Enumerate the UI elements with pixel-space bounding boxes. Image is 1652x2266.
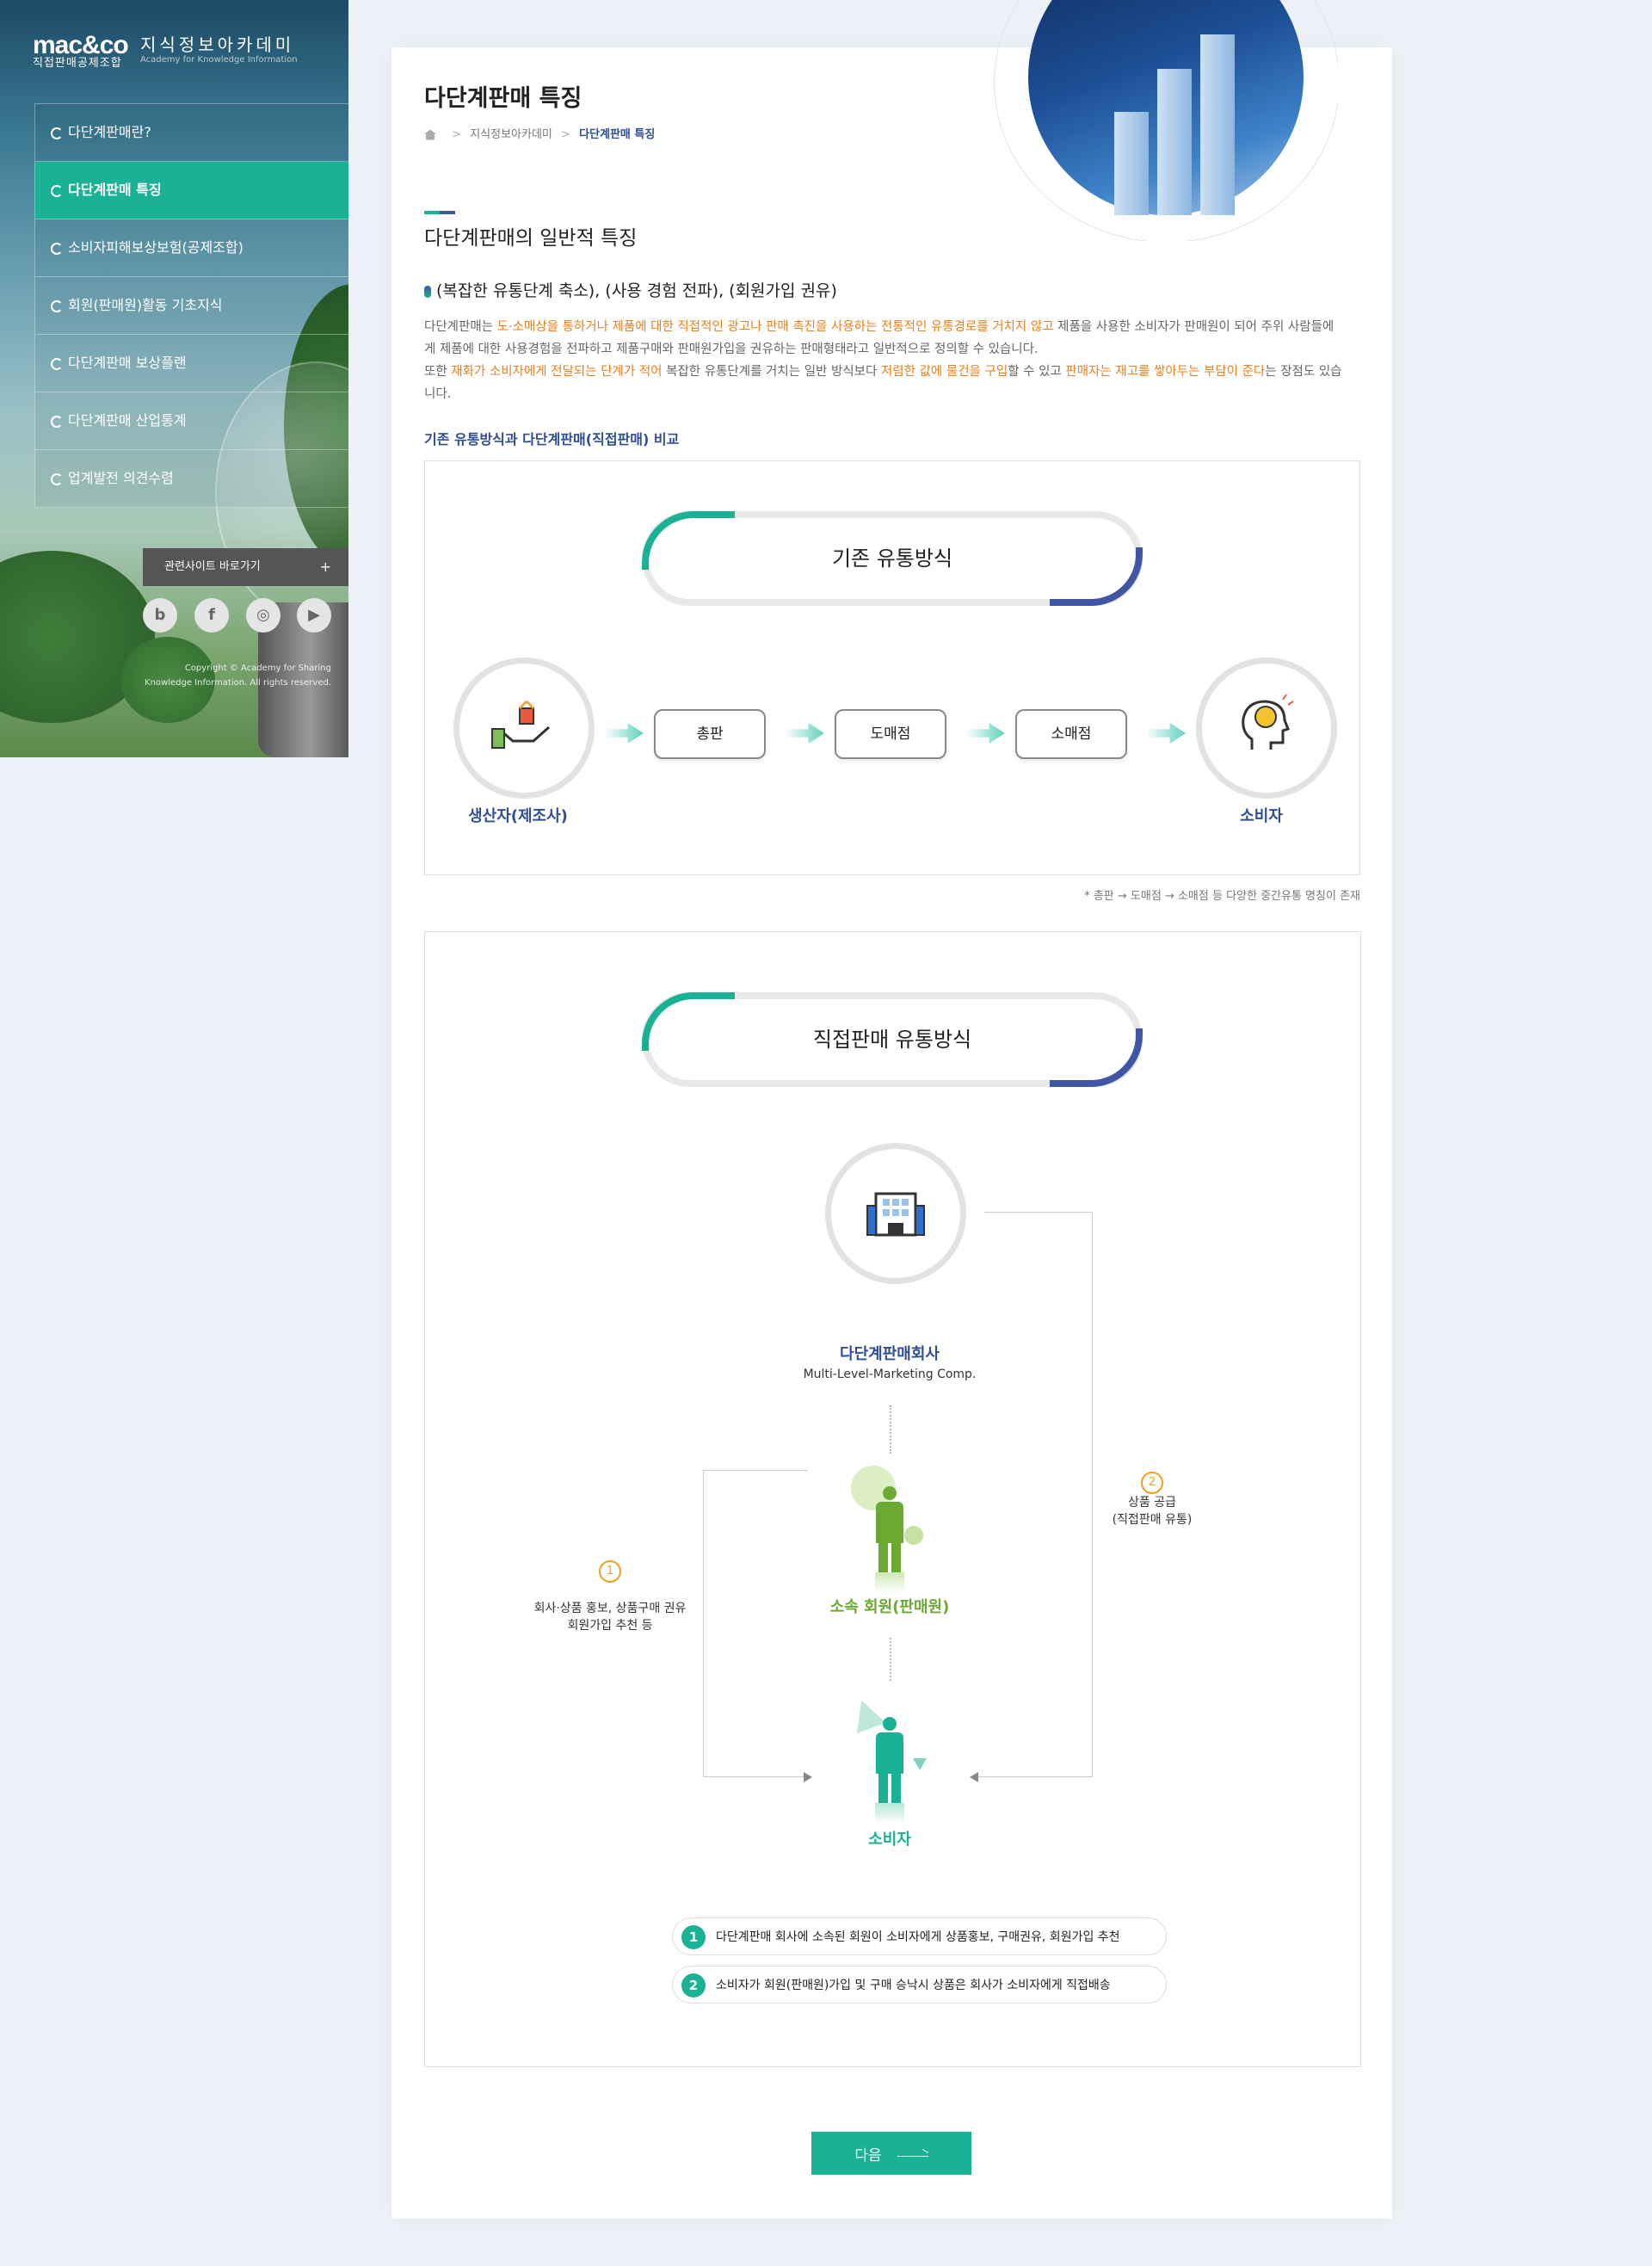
logo-subtitle: 직접판매공제조합 xyxy=(33,57,122,70)
company-circle xyxy=(825,1143,966,1284)
hand-gift-icon xyxy=(491,700,550,749)
traditional-title-pill: 기존 유통방식 xyxy=(642,511,1143,606)
comparison-title: 기존 유통방식과 다단계판매(직접판매) 비교 xyxy=(424,431,680,448)
producer-label: 생산자(제조사) xyxy=(468,807,568,825)
step2-caption: 2 상품 공급 (직접판매 유통) xyxy=(1088,1472,1217,1528)
academy-english-title: Academy for Knowledge Information xyxy=(140,55,298,65)
feature-summary: (복잡한 유통단계 축소), (사용 경험 전파), (회원가입 권유) xyxy=(424,278,837,301)
building-icon xyxy=(866,1192,925,1237)
circle-arrow-icon xyxy=(51,184,63,197)
growth-chart-image xyxy=(994,0,1338,241)
traditional-distribution-diagram: 기존 유통방식 생산자(제조사) 총판 도매점 소매점 소비자 xyxy=(424,460,1360,875)
section-divider xyxy=(424,211,455,214)
breadcrumb: > 지식정보아카데미 > 다단계판매 특징 xyxy=(424,125,655,141)
nav-item-what-is-mlm[interactable]: 다단계판매란? xyxy=(34,104,348,162)
head-idea-icon xyxy=(1242,694,1294,750)
company-label: 다단계판매회사 xyxy=(840,1345,940,1363)
member-label: 소속 회원(판매원) xyxy=(829,1598,950,1616)
direct-selling-diagram: 직접판매 유통방식 다단계판매회사 Multi-Level-Marketing … xyxy=(424,931,1361,2067)
producer-circle xyxy=(453,658,595,799)
arrow-right-icon xyxy=(897,2155,928,2157)
step2-number: 2 xyxy=(1141,1472,1163,1494)
youtube-icon[interactable]: ▶ xyxy=(297,598,331,633)
arrow-left-icon xyxy=(970,1772,978,1782)
flow-arrow-icon xyxy=(785,723,824,744)
page-title: 다단계판매 특징 xyxy=(424,85,583,112)
breadcrumb-current: 다단계판매 특징 xyxy=(579,128,656,141)
nav-item-consumer-insurance[interactable]: 소비자피해보상보험(공제조합) xyxy=(34,219,348,277)
consumer-label: 소비자 xyxy=(1240,807,1283,825)
legend-item-1: 1 다단계판매 회사에 소속된 회원이 소비자에게 상품홍보, 구매권유, 회원… xyxy=(672,1917,1167,1955)
nav-item-feedback[interactable]: 업계발전 의견수렴 xyxy=(34,450,348,508)
circle-arrow-icon xyxy=(51,472,63,485)
flow-arrow-icon xyxy=(604,723,644,744)
circle-arrow-icon xyxy=(51,127,63,139)
stage-wholesaler: 도매점 xyxy=(835,709,946,759)
content-card: 다단계판매 특징 > 지식정보아카데미 > 다단계판매 특징 다단계판매의 일반… xyxy=(391,0,1392,2219)
consumer-label: 소비자 xyxy=(868,1831,911,1849)
circle-arrow-icon xyxy=(51,357,63,370)
stage-retailer: 소매점 xyxy=(1015,709,1127,759)
arrow-right-icon xyxy=(804,1772,812,1782)
nav-item-compensation-plan[interactable]: 다단계판매 보상플랜 xyxy=(34,335,348,392)
bullet-icon xyxy=(424,285,431,298)
academy-title: 지식정보아카데미 xyxy=(140,34,295,55)
circle-arrow-icon xyxy=(51,299,63,312)
consumer-circle xyxy=(1196,658,1337,799)
home-icon[interactable] xyxy=(424,129,436,140)
step1-number: 1 xyxy=(599,1560,621,1583)
facebook-icon[interactable]: f xyxy=(194,598,229,633)
section-title: 다단계판매의 일반적 특징 xyxy=(424,227,638,250)
nav-item-mlm-features[interactable]: 다단계판매 특징 xyxy=(34,162,348,219)
nav-item-industry-stats[interactable]: 다단계판매 산업통계 xyxy=(34,392,348,450)
flow-arrow-icon xyxy=(965,723,1005,744)
nav-item-member-basics[interactable]: 회원(판매원)활동 기초지식 xyxy=(34,277,348,335)
description: 다단계판매는 도·소매상을 통하거나 제품에 대한 직접적인 광고나 판매 촉진… xyxy=(424,320,1342,401)
consumer-figure-icon xyxy=(847,1695,954,1829)
blog-icon[interactable]: b xyxy=(143,598,177,633)
legend-item-2: 2 소비자가 회원(판매원)가입 및 구매 승낙시 상품은 회사가 소비자에게 … xyxy=(672,1966,1167,2004)
next-button[interactable]: 다음 xyxy=(811,2132,971,2175)
related-sites-dropdown[interactable]: 관련사이트 바로가기 + xyxy=(143,548,348,586)
step1-caption: 1 회사·상품 홍보, 상품구매 권유 회원가입 추천 등 xyxy=(511,1560,709,1634)
circle-arrow-icon xyxy=(51,415,63,428)
plus-icon: + xyxy=(319,559,331,575)
direct-title-pill: 직접판매 유통방식 xyxy=(642,992,1143,1087)
company-english-label: Multi-Level-Marketing Comp. xyxy=(803,1368,977,1381)
stage-distributor: 총판 xyxy=(654,709,766,759)
circle-arrow-icon xyxy=(51,242,63,255)
sidebar-nav: 다단계판매란? 다단계판매 특징 소비자피해보상보험(공제조합) 회원(판매원)… xyxy=(34,103,348,508)
member-figure-icon xyxy=(851,1466,954,1595)
distribution-note: * 총판 → 도매점 → 소매점 등 다양한 중간유통 명칭이 존재 xyxy=(1084,890,1360,903)
breadcrumb-academy[interactable]: 지식정보아카데미 xyxy=(470,128,552,141)
copyright: Copyright © Academy for Sharing Knowledg… xyxy=(145,664,331,688)
flow-arrow-icon xyxy=(1146,723,1186,744)
sidebar: mac&co 직접판매공제조합 지식정보아카데미 Academy for Kno… xyxy=(0,0,348,757)
instagram-icon[interactable]: ◎ xyxy=(246,598,280,633)
